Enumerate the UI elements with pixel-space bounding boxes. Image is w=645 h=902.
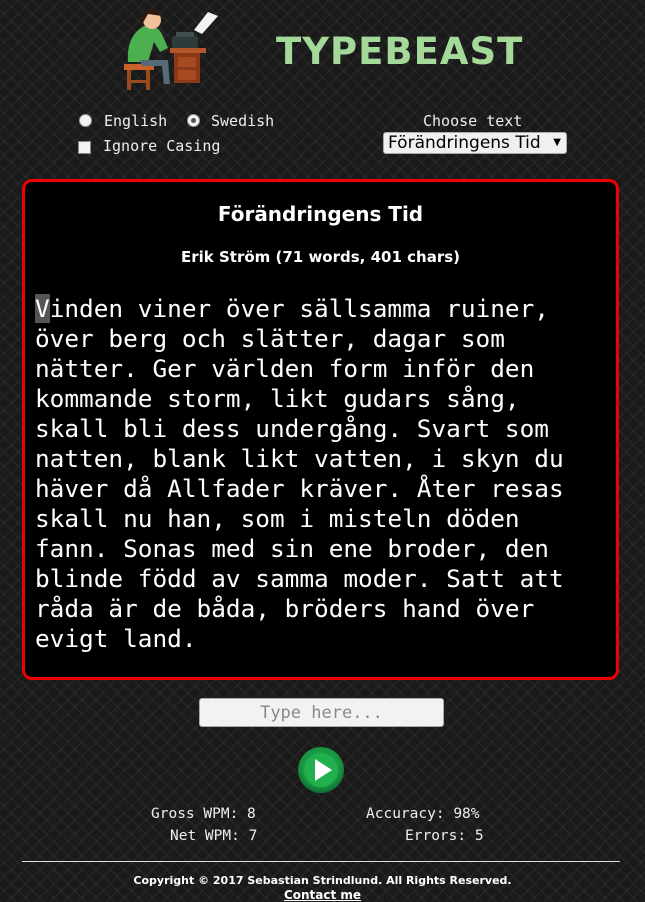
typing-input[interactable]: [199, 698, 444, 727]
text-panel: Förändringens Tid Erik Ström (71 words, …: [22, 179, 619, 680]
play-button[interactable]: [298, 747, 344, 793]
swedish-label[interactable]: Swedish: [211, 112, 274, 130]
net-wpm-value: 7: [248, 828, 258, 844]
english-label[interactable]: English: [104, 112, 167, 130]
header: TYPEBEAST: [0, 0, 645, 100]
gross-wpm-stat: Gross WPM: 8: [151, 806, 256, 822]
ignore-casing-label[interactable]: Ignore Casing: [103, 137, 220, 155]
gross-wpm-label: Gross WPM:: [151, 806, 239, 822]
footer-divider: [22, 861, 620, 862]
text-meta: Erik Ström (71 words, 401 chars): [180, 248, 461, 266]
typewriter-person-logo: [124, 8, 218, 90]
choose-text-label: Choose text: [423, 112, 523, 130]
contact-link[interactable]: Contact me: [0, 888, 645, 902]
errors-value: 5: [474, 828, 484, 844]
english-radio[interactable]: [79, 114, 92, 127]
gross-wpm-value: 8: [247, 806, 256, 822]
text-title: Förändringens Tid: [217, 202, 424, 226]
ignore-casing-checkbox[interactable]: [78, 141, 91, 154]
text-select-value: Förändringens Tid: [388, 133, 541, 153]
errors-label: Errors:: [405, 828, 467, 844]
typing-text: Vinden viner över sällsamma ruiner, över…: [35, 294, 605, 654]
app-title: TYPEBEAST: [276, 30, 524, 73]
typing-cursor: V: [35, 294, 50, 323]
errors-stat: Errors: 5: [405, 828, 484, 844]
text-select[interactable]: Förändringens Tid ▼: [383, 132, 567, 154]
swedish-radio[interactable]: [187, 114, 200, 127]
play-icon: [304, 753, 338, 787]
net-wpm-label: Net WPM:: [170, 828, 240, 844]
accuracy-label: Accuracy:: [366, 806, 445, 822]
accuracy-stat: Accuracy: 98%: [366, 806, 480, 822]
net-wpm-stat: Net WPM: 7: [170, 828, 257, 844]
copyright-text: Copyright © 2017 Sebastian Strindlund. A…: [133, 874, 512, 887]
accuracy-value: 98%: [453, 806, 480, 822]
dropdown-arrow-icon: ▼: [553, 137, 561, 148]
typing-text-rest: inden viner över sällsamma ruiner, över …: [35, 294, 564, 653]
